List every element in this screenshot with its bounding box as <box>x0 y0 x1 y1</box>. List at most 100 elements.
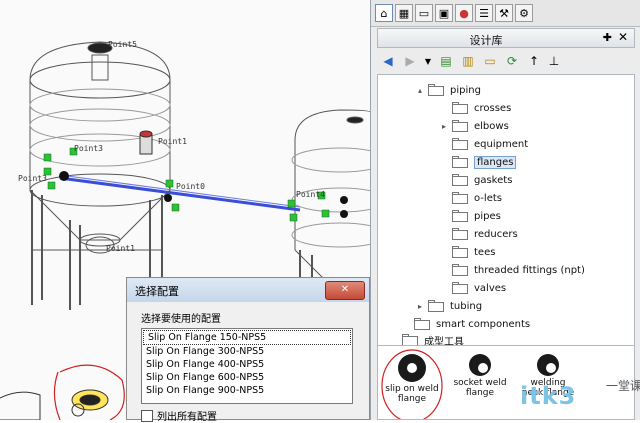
tree-item-gaskets[interactable]: gaskets <box>442 171 512 189</box>
tools-icon: ⚒ <box>499 6 509 20</box>
configuration-option[interactable]: Slip On Flange 400-NPS5 <box>142 358 352 371</box>
folder-icon <box>452 102 470 114</box>
preview-label: slip on weld <box>385 384 439 394</box>
dialog-title: 选择配置 <box>135 285 179 298</box>
home-icon: ⌂ <box>380 6 388 20</box>
select-configuration-dialog: 选择配置 ✕ 选择要使用的配置 Slip On Flange 150-NPS5 … <box>126 277 370 423</box>
pin-icon[interactable]: ✚ <box>603 31 612 44</box>
tree-item-crosses[interactable]: crosses <box>442 99 511 117</box>
add-folder-icon[interactable]: ▥ <box>459 52 477 70</box>
folder-icon <box>428 84 446 96</box>
flange-thumbnail-icon <box>398 354 426 382</box>
library-tree: ▴ piping crosses ▸ elbows equipment flan… <box>377 74 635 346</box>
configuration-option[interactable]: Slip On Flange 600-NPS5 <box>142 371 352 384</box>
tree-item-tees[interactable]: tees <box>442 243 495 261</box>
folder-icon <box>452 192 470 204</box>
configuration-option[interactable]: Slip On Flange 300-NPS5 <box>142 345 352 358</box>
preview-item-slip-on-weld[interactable]: slip on weld flange <box>382 354 442 404</box>
panel-title: 设计库 <box>469 34 503 47</box>
home-tab[interactable]: ⌂ <box>375 4 393 22</box>
appearance-tab[interactable]: ● <box>455 4 473 22</box>
tree-item-valves[interactable]: valves <box>442 279 506 297</box>
dialog-title-bar[interactable]: 选择配置 ✕ <box>127 278 369 302</box>
tree-item-label: pipes <box>474 210 501 222</box>
tree-item-forming-tools[interactable]: 成型工具 <box>392 331 464 346</box>
point-label: Point0 <box>176 182 205 191</box>
show-all-configs-checkbox[interactable]: 列出所有配置 <box>141 408 217 423</box>
tree-item-label: crosses <box>474 102 512 114</box>
forward-icon[interactable]: ▶ <box>401 52 419 70</box>
tree-item-label: reducers <box>474 228 518 240</box>
folder-icon <box>452 210 470 222</box>
tools-tab[interactable]: ⚒ <box>495 4 513 22</box>
expand-icon[interactable]: ▸ <box>418 302 428 311</box>
configuration-option[interactable]: Slip On Flange 900-NPS5 <box>142 384 352 397</box>
tree-item-piping[interactable]: ▴ piping <box>418 81 481 99</box>
tree-item-tubing[interactable]: ▸ tubing <box>418 297 482 315</box>
back-icon[interactable]: ◀ <box>379 52 397 70</box>
tree-item-elbows[interactable]: ▸ elbows <box>442 117 509 135</box>
tree-item-label: equipment <box>474 138 529 150</box>
watermark-site: itk3 <box>520 382 577 410</box>
right-tank <box>291 109 370 300</box>
tree-item-pipes[interactable]: pipes <box>442 207 501 225</box>
dialog-close-button[interactable]: ✕ <box>325 281 365 300</box>
tree-item-label: flanges <box>474 155 517 169</box>
folder-icon <box>452 156 470 168</box>
add-library-icon[interactable]: ▤ <box>437 52 455 70</box>
task-pane-tabs: ⌂ ▦ ▭ ▣ ● ☰ ⚒ ⚙ <box>371 0 640 27</box>
configuration-option[interactable]: Slip On Flange 150-NPS5 <box>143 330 351 345</box>
dropdown-icon[interactable]: ▼ <box>419 52 437 70</box>
point-label: Point1 <box>106 244 135 253</box>
new-folder-icon[interactable]: ▭ <box>481 52 499 70</box>
tree-item-label: smart components <box>436 318 531 330</box>
tree-item-flanges[interactable]: flanges <box>442 153 517 171</box>
tree-item-reducers[interactable]: reducers <box>442 225 518 243</box>
configuration-list[interactable]: Slip On Flange 150-NPS5 Slip On Flange 3… <box>141 328 353 404</box>
design-library-panel: ⌂ ▦ ▭ ▣ ● ☰ ⚒ ⚙ 设计库 ✚ ✕ ◀ ▶ ▼ ▤ ▥ ▭ ⟳ ↑ … <box>370 0 640 420</box>
folder-icon <box>452 138 470 150</box>
tree-item-label: 成型工具 <box>424 336 464 346</box>
tree-item-threaded-fittings[interactable]: threaded fittings (npt) <box>442 261 585 279</box>
preview-label: flange <box>397 394 427 404</box>
up-icon[interactable]: ↑ <box>525 52 543 70</box>
preview-label: flange <box>465 388 495 398</box>
tree-item-label: o-lets <box>474 192 502 204</box>
collapse-icon[interactable]: ▴ <box>418 86 428 95</box>
side-nozzle <box>139 130 153 155</box>
tree-item-label: valves <box>474 282 507 294</box>
folder-icon <box>452 120 470 132</box>
tree-item-label: gaskets <box>474 174 513 186</box>
preview-item-socket-weld[interactable]: socket weld flange <box>450 354 510 398</box>
folder-icon <box>402 334 420 345</box>
tree-item-label: tees <box>474 246 496 258</box>
close-icon[interactable]: ✕ <box>618 30 628 44</box>
component-preview: slip on weld flange socket weld flange w… <box>377 346 635 420</box>
folder-tab[interactable]: ▭ <box>415 4 433 22</box>
parts-icon: ▦ <box>398 6 410 20</box>
dialog-prompt: 选择要使用的配置 <box>141 314 221 325</box>
tree-item-label: elbows <box>474 120 509 132</box>
custom-icon: ⚙ <box>519 6 529 20</box>
tree-item-label: tubing <box>450 300 483 312</box>
library-toolbar: ◀ ▶ ▼ ▤ ▥ ▭ ⟳ ↑ ⊥ <box>377 50 635 72</box>
refresh-icon[interactable]: ⟳ <box>503 52 521 70</box>
folder-icon <box>452 264 470 276</box>
panel-title-bar: 设计库 ✚ ✕ <box>377 28 635 48</box>
tree-item-equipment[interactable]: equipment <box>442 135 528 153</box>
properties-tab[interactable]: ☰ <box>475 4 493 22</box>
expand-icon[interactable]: ▸ <box>442 122 452 131</box>
flange-thumbnail-icon <box>537 354 559 376</box>
pin-icon[interactable]: ⊥ <box>545 52 563 70</box>
appearance-icon: ● <box>459 6 469 20</box>
point-label: Point3 <box>18 174 47 183</box>
palette-tab[interactable]: ▣ <box>435 4 453 22</box>
point-label: Point4 <box>296 190 325 199</box>
site-watermark: itk3 一堂课 <box>520 380 640 411</box>
point-label: Point1 <box>158 137 187 146</box>
custom-tab[interactable]: ⚙ <box>515 4 533 22</box>
tree-item-o-lets[interactable]: o-lets <box>442 189 502 207</box>
parts-tab[interactable]: ▦ <box>395 4 413 22</box>
properties-icon: ☰ <box>479 6 489 20</box>
flange-thumbnail-icon <box>469 354 491 376</box>
